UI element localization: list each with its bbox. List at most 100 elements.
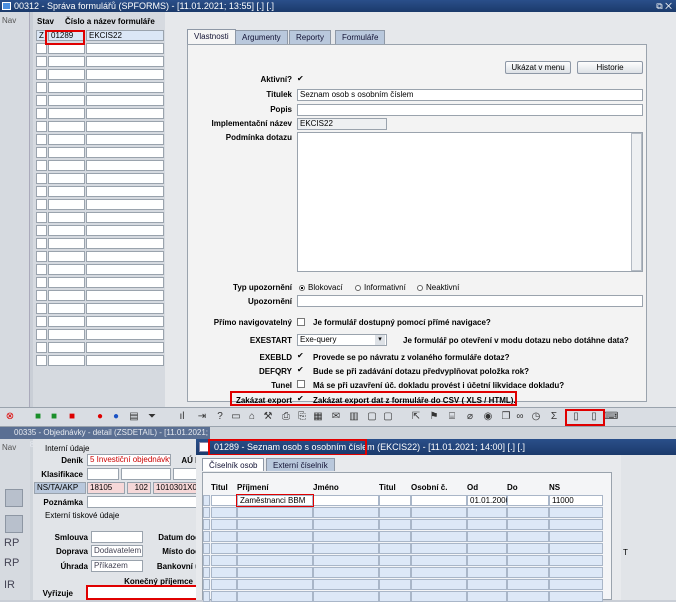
radio-neaktivni[interactable]: Neaktivní <box>417 283 459 292</box>
chevron-down-icon[interactable]: ▾ <box>375 335 385 345</box>
cislo-cell[interactable] <box>48 186 85 197</box>
row-selector[interactable] <box>203 495 210 506</box>
table-cell[interactable] <box>549 531 603 542</box>
cislo-cell[interactable] <box>48 277 85 288</box>
uhrada-input[interactable]: Příkazem <box>91 560 143 572</box>
doprava-input[interactable]: Dodavatelem <box>91 545 143 557</box>
flag-icon[interactable]: ⚑ <box>428 411 440 423</box>
list-icon[interactable]: ▤ <box>128 411 140 423</box>
eye-icon[interactable]: ◉ <box>482 411 494 423</box>
table-cell[interactable] <box>549 567 603 578</box>
stav-cell[interactable] <box>36 95 47 106</box>
table-cell[interactable] <box>313 567 379 578</box>
table-cell[interactable] <box>313 543 379 554</box>
table-cell[interactable] <box>467 567 507 578</box>
table-cell[interactable] <box>549 507 603 518</box>
table-cell[interactable] <box>313 519 379 530</box>
folder-icon[interactable]: ⌸ <box>446 411 458 423</box>
nazev-cell[interactable] <box>86 108 164 119</box>
clock-icon[interactable]: ◷ <box>530 411 542 423</box>
table-icon[interactable]: ▥ <box>348 411 360 423</box>
nazev-cell[interactable] <box>86 342 164 353</box>
cislo-cell[interactable] <box>48 82 85 93</box>
table-cell[interactable] <box>237 567 313 578</box>
podminka-textarea[interactable] <box>297 132 643 272</box>
tab-reporty[interactable]: Reporty <box>289 30 332 44</box>
nazev-cell[interactable] <box>86 355 164 366</box>
klasifikace-input-3[interactable] <box>173 468 198 480</box>
open-external-icon[interactable]: ⇱ <box>410 411 422 423</box>
denik-input[interactable]: 5 Investiční objednávky <box>87 454 171 466</box>
table-cell[interactable] <box>467 591 507 602</box>
table-cell[interactable]: 01.01.2000 <box>467 495 510 506</box>
podminka-scrollbar[interactable] <box>631 133 642 271</box>
table-cell[interactable] <box>507 591 549 602</box>
box2-icon[interactable]: ▢ <box>382 411 394 423</box>
table-cell[interactable] <box>507 555 549 566</box>
tunel-checkbox[interactable] <box>297 380 305 388</box>
nazev-cell[interactable] <box>86 147 164 158</box>
glasses-icon[interactable]: ∞ <box>514 411 526 423</box>
table-cell[interactable] <box>211 507 237 518</box>
tab-externi-ciselnik[interactable]: Externí číselník <box>266 458 335 471</box>
row-selector[interactable] <box>203 519 210 530</box>
table-cell[interactable] <box>549 543 603 554</box>
aktivni-checkbox[interactable]: ✔ <box>297 75 305 83</box>
table-cell[interactable] <box>507 579 549 590</box>
impl-input[interactable]: EKCIS22 <box>297 118 387 130</box>
table-cell[interactable] <box>507 531 549 542</box>
titulek-input[interactable]: Seznam osob s osobním číslem <box>297 89 643 101</box>
help-icon[interactable]: ? <box>214 411 226 423</box>
stav-cell[interactable] <box>36 329 47 340</box>
cislo-cell[interactable] <box>48 264 85 275</box>
table-cell[interactable] <box>379 519 411 530</box>
cislo-cell[interactable] <box>48 251 85 262</box>
table-cell[interactable] <box>379 555 411 566</box>
cislo-cell[interactable] <box>48 160 85 171</box>
chart-icon[interactable]: ıl <box>176 411 188 423</box>
nazev-cell[interactable] <box>86 121 164 132</box>
stav-cell[interactable] <box>36 342 47 353</box>
cislo-cell[interactable] <box>48 56 85 67</box>
nazev-cell[interactable] <box>86 95 164 106</box>
table-cell[interactable] <box>467 579 507 590</box>
stav-cell[interactable] <box>36 160 47 171</box>
stav-cell[interactable] <box>36 147 47 158</box>
stop-icon[interactable]: ● <box>94 411 106 423</box>
defqry-checkbox[interactable]: ✔ <box>297 366 305 374</box>
nazev-cell[interactable] <box>86 212 164 223</box>
stav-cell[interactable] <box>36 290 47 301</box>
table-cell[interactable] <box>507 507 549 518</box>
cislo-cell[interactable] <box>48 173 85 184</box>
nazev-cell[interactable] <box>86 316 164 327</box>
nazev-cell[interactable] <box>86 303 164 314</box>
table-cell[interactable] <box>313 495 379 506</box>
cislo-cell[interactable] <box>48 199 85 210</box>
upozorneni-input[interactable] <box>297 295 643 307</box>
tab-ciselnik-osob[interactable]: Číselník osob <box>202 458 265 471</box>
nazev-cell[interactable] <box>86 69 164 80</box>
table-cell[interactable] <box>211 531 237 542</box>
table-cell[interactable] <box>211 519 237 530</box>
table-cell[interactable] <box>379 579 411 590</box>
primo-checkbox[interactable] <box>297 318 305 326</box>
cislo-cell[interactable] <box>48 238 85 249</box>
table-cell[interactable] <box>467 555 507 566</box>
table-cell[interactable] <box>411 579 467 590</box>
ns-input[interactable]: 18105 <box>87 482 125 494</box>
radio-informativni[interactable]: Informativní <box>355 283 406 292</box>
row-selector[interactable] <box>203 531 210 542</box>
smlouva-input[interactable] <box>91 531 143 543</box>
stav-cell[interactable] <box>36 225 47 236</box>
cislo-cell[interactable] <box>48 342 85 353</box>
cislo-cell[interactable] <box>48 355 85 366</box>
table-cell[interactable] <box>411 567 467 578</box>
nazev-cell[interactable] <box>86 199 164 210</box>
nazev-cell[interactable] <box>86 251 164 262</box>
nazev-cell[interactable] <box>86 290 164 301</box>
add-icon[interactable]: ■ <box>32 411 44 423</box>
orders-nav-label[interactable]: Nav <box>2 443 16 452</box>
row-selector[interactable] <box>203 567 210 578</box>
table-cell[interactable] <box>237 543 313 554</box>
nazev-cell[interactable] <box>86 277 164 288</box>
